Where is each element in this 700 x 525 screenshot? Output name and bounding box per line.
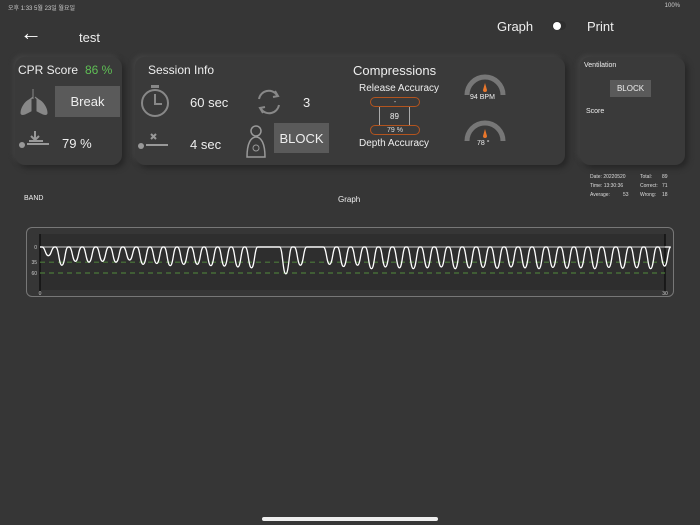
y-tick-label: 35: [31, 260, 37, 266]
y-tick-label: 0: [34, 245, 37, 251]
home-indicator: [262, 517, 438, 521]
x-tick-label: 30: [662, 291, 668, 297]
y-tick-label: 60: [31, 271, 37, 277]
x-tick-label: 0: [39, 291, 42, 297]
depth-chart: 0 35 60 0 30: [31, 234, 672, 297]
